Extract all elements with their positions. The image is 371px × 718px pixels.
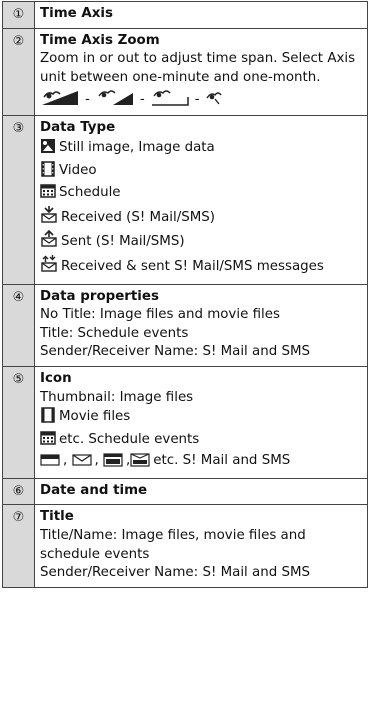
separator: - <box>194 92 200 108</box>
row-description: Zoom in or out to adjust time span. Sele… <box>40 51 356 85</box>
legend-row-5: ⑤ Icon Thumbnail: Image files Movie file… <box>2 365 368 479</box>
row-number: ⑦ <box>2 504 35 588</box>
row-number: ② <box>2 27 35 117</box>
row-title: Data Type <box>40 120 116 136</box>
row-text: Title: Schedule events <box>40 325 189 341</box>
zoom-level-4-icon <box>205 88 225 113</box>
legend-row-3: ③ Data Type Still image, Image data Vide… <box>2 115 368 285</box>
movie-file-icon <box>40 407 56 430</box>
zoom-icons: - - - <box>40 89 362 111</box>
sms-icon-1 <box>103 453 123 474</box>
data-type-item: Schedule <box>40 183 362 206</box>
still-image-icon <box>40 138 56 161</box>
legend-row-1: ① Time Axis <box>2 1 368 29</box>
legend-row-2: ② Time Axis Zoom Zoom in or out to adjus… <box>2 27 368 117</box>
separator: - <box>139 92 145 108</box>
zoom-level-1-icon <box>40 88 80 113</box>
row-text: Movie files <box>40 407 362 430</box>
row-number: ③ <box>2 115 35 285</box>
mail-icon-2 <box>71 453 92 474</box>
row-text: No Title: Image files and movie files <box>40 307 280 323</box>
row-text: Title/Name: Image files, movie files and… <box>40 528 306 562</box>
row-number: ④ <box>2 283 35 367</box>
legend-row-7: ⑦ Title Title/Name: Image files, movie f… <box>2 504 368 588</box>
mail-icon-1 <box>40 453 60 474</box>
data-type-item: Still image, Image data <box>40 138 362 161</box>
legend-row-6: ⑥ Date and time <box>2 477 368 506</box>
row-number: ⑤ <box>2 365 35 479</box>
data-type-item: Sent (S! Mail/SMS) <box>40 230 362 255</box>
legend-table: ① Time Axis ② Time Axis Zoom Zoom in or … <box>2 1 368 588</box>
row-title: Date and time <box>40 482 148 498</box>
row-title: Data properties <box>40 288 159 304</box>
row-text: , , , etc. S! Mail and SMS <box>40 452 362 474</box>
row-title: Icon <box>40 370 72 386</box>
data-type-item: Received (S! Mail/SMS) <box>40 205 362 231</box>
data-type-item: Received & sent S! Mail/SMS messages <box>40 254 362 280</box>
received-sent-mail-icon <box>40 254 58 280</box>
sms-icon-2 <box>130 453 150 474</box>
zoom-level-3-icon <box>150 88 190 113</box>
row-number: ⑥ <box>2 477 35 506</box>
row-text: etc. Schedule events <box>40 430 362 453</box>
video-icon <box>40 160 56 184</box>
row-title: Title <box>40 509 74 525</box>
row-title: Time Axis Zoom <box>40 32 160 48</box>
row-text: Sender/Receiver Name: S! Mail and SMS <box>40 344 311 360</box>
row-text: Thumbnail: Image files <box>40 389 194 405</box>
sent-mail-icon <box>40 230 58 255</box>
schedule-event-icon <box>40 430 56 453</box>
separator: - <box>85 92 90 108</box>
row-title: Time Axis <box>40 6 113 21</box>
legend-row-4: ④ Data properties No Title: Image files … <box>2 283 368 367</box>
data-type-item: Video <box>40 160 362 184</box>
row-text: Sender/Receiver Name: S! Mail and SMS <box>40 565 311 581</box>
zoom-level-2-icon <box>95 88 135 113</box>
row-number: ① <box>2 1 35 29</box>
schedule-icon <box>40 183 56 206</box>
received-mail-icon <box>40 205 58 231</box>
